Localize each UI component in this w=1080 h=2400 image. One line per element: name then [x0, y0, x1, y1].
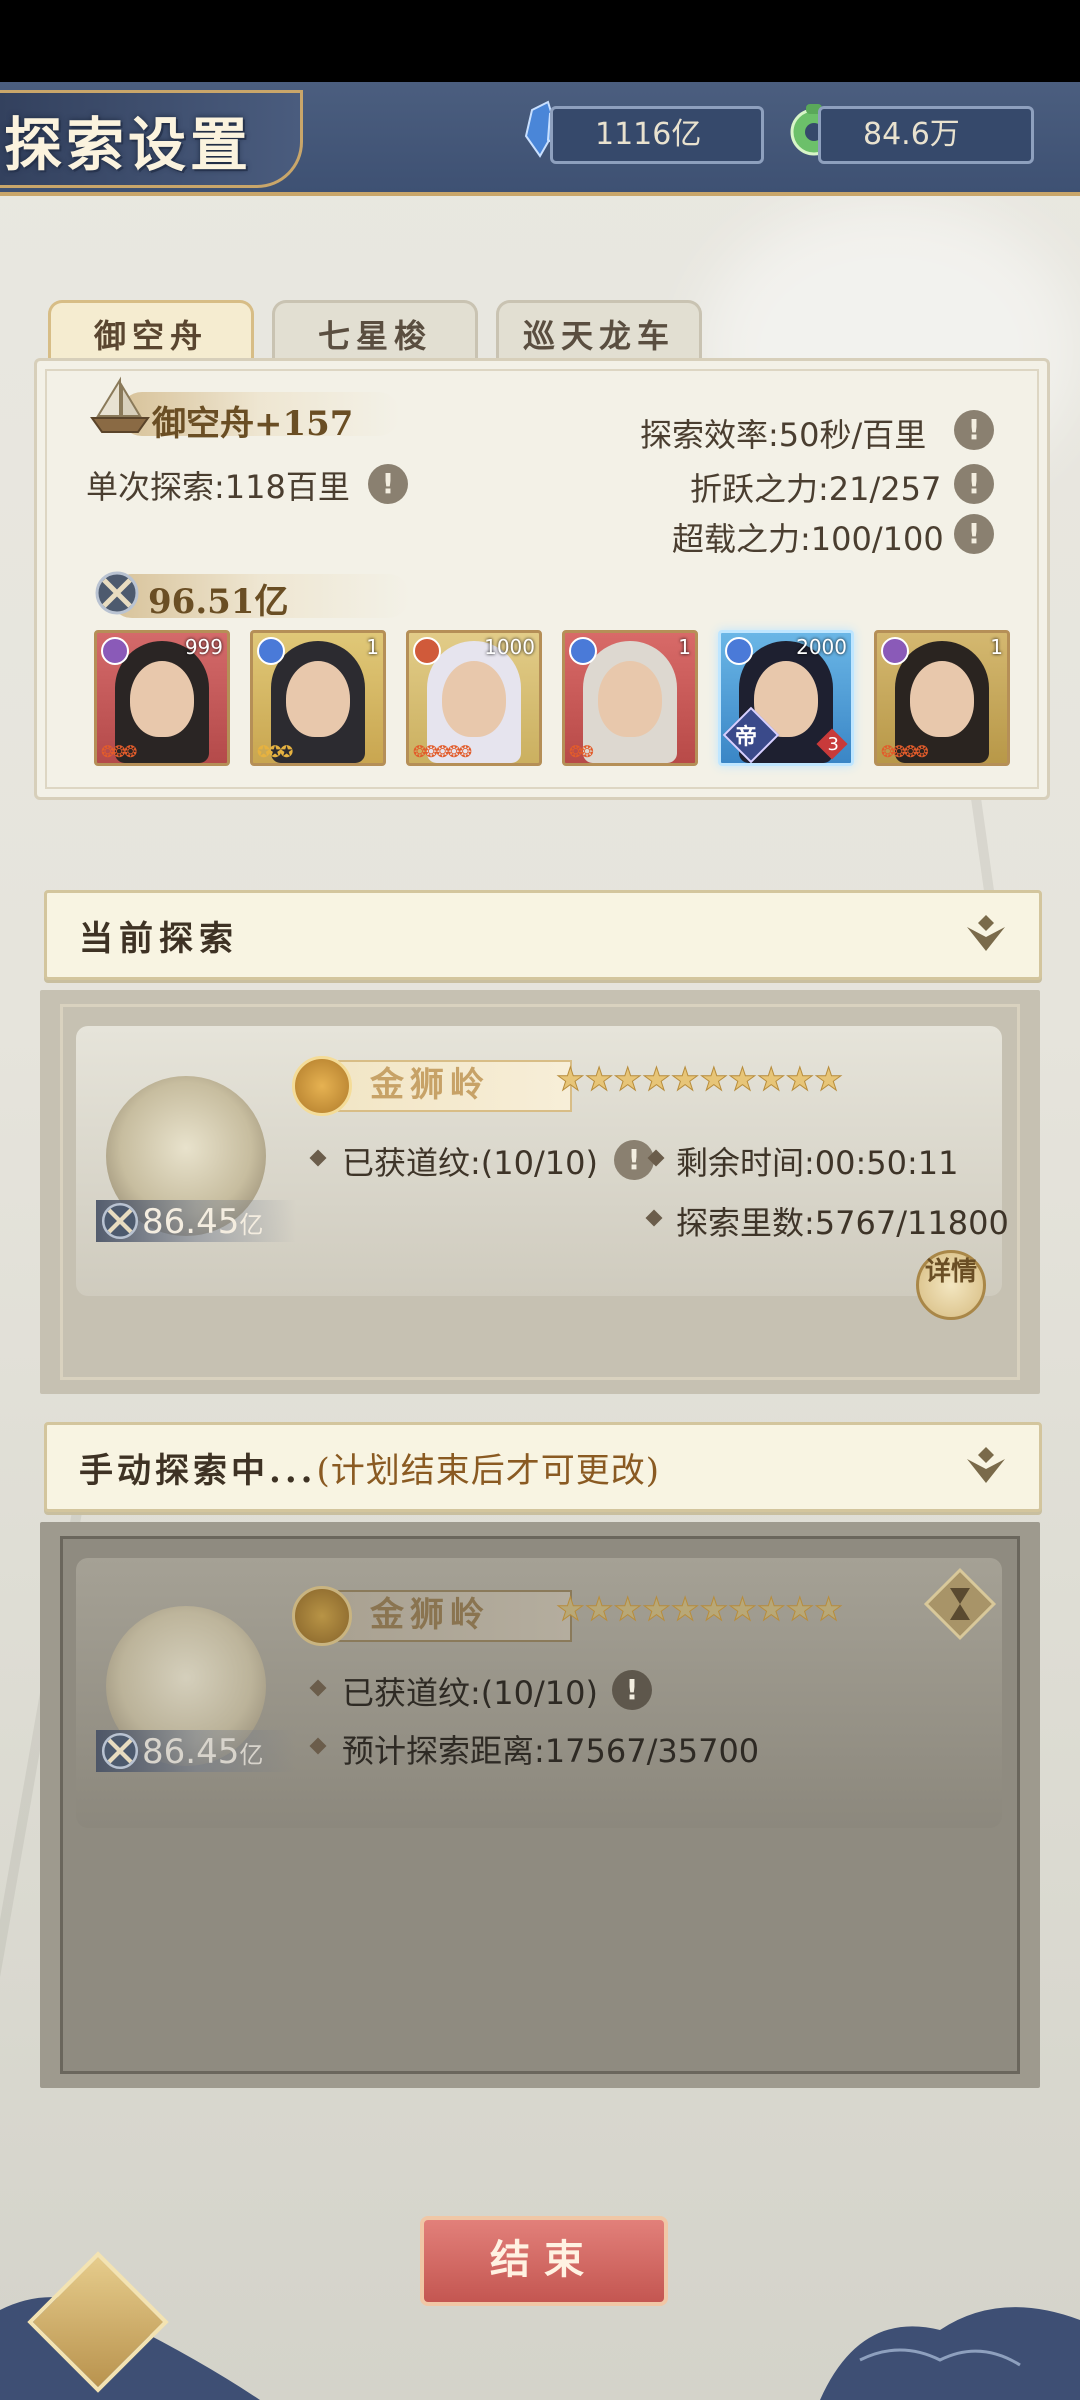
- explore-efficiency: 探索效率:50秒/百里: [640, 416, 927, 454]
- hero-stars: ❂❂: [569, 742, 594, 761]
- difficulty-stars: ★★★★★★★★★★: [556, 1060, 844, 1099]
- manual-dao-marks-info-icon[interactable]: !: [612, 1670, 652, 1710]
- dao-marks-info-icon[interactable]: !: [614, 1140, 654, 1180]
- manual-explore-header[interactable]: 手动探索中...(计划结束后才可更改): [44, 1422, 1042, 1512]
- crystal-amount: 1116亿: [595, 117, 702, 152]
- location-icon: [292, 1586, 352, 1646]
- hero-level: 999: [184, 635, 223, 659]
- element-icon: [881, 637, 909, 665]
- remaining-time: 剩余时间:00:50:11: [676, 1144, 959, 1182]
- emperor-badge-label: 帝: [735, 725, 758, 750]
- hero-slot-2[interactable]: 1 ✪✪✪: [250, 630, 386, 766]
- hourglass-icon[interactable]: [922, 1566, 998, 1642]
- overload-info-icon[interactable]: !: [954, 514, 994, 554]
- location-name-badge: 金狮岭: [338, 1590, 572, 1642]
- combat-power-icon: [101, 1202, 139, 1240]
- hero-level: 1: [366, 635, 379, 659]
- end-button[interactable]: 结束: [420, 2216, 668, 2306]
- manual-dao-marks: 已获道纹:(10/10): [342, 1674, 598, 1712]
- chevron-down-icon: [967, 1447, 1005, 1483]
- badge-count: 3: [827, 734, 839, 755]
- details-button[interactable]: 详情: [916, 1250, 986, 1320]
- jade-resource-counter: 84.6万: [818, 106, 1034, 164]
- single-explore-info-icon[interactable]: !: [368, 464, 408, 504]
- sky-boat-icon: [90, 376, 150, 433]
- combat-power-icon: [101, 1732, 139, 1770]
- hero-slot-5[interactable]: 2000 帝 3: [718, 630, 854, 766]
- jade-amount: 84.6万: [863, 117, 960, 152]
- overload-power: 超载之力:100/100: [672, 520, 944, 558]
- hero-level: 1: [678, 635, 691, 659]
- hero-stars: ❂❂❂: [101, 742, 137, 761]
- tab-qixingsuo[interactable]: 七星梭: [272, 300, 478, 365]
- chevron-down-icon: [967, 915, 1005, 951]
- hero-stars: ✪✪✪: [257, 742, 293, 761]
- current-explore-title: 当前探索: [79, 919, 239, 959]
- manual-explore-power: 86.45亿: [142, 1732, 264, 1772]
- fold-power-info-icon[interactable]: !: [954, 464, 994, 504]
- efficiency-info-icon[interactable]: !: [954, 410, 994, 450]
- page-title: 探索设置: [4, 111, 253, 179]
- hero-slot-6[interactable]: 1 ❂❂❂❂: [874, 630, 1010, 766]
- dao-marks-collected: 已获道纹:(10/10): [342, 1144, 598, 1182]
- location-name-badge: 金狮岭: [338, 1060, 572, 1112]
- hero-slot-4[interactable]: 1 ❂❂: [562, 630, 698, 766]
- hero-level: 1000: [484, 635, 535, 659]
- expected-explore-distance: 预计探索距离:17567/35700: [342, 1732, 760, 1770]
- hero-slot-3[interactable]: 1000 ❂❂❂❂❂: [406, 630, 542, 766]
- hero-stars: ❂❂❂❂❂: [413, 742, 472, 761]
- fold-power: 折跃之力:21/257: [690, 470, 942, 508]
- element-icon: [101, 637, 129, 665]
- difficulty-stars: ★★★★★★★★★★: [556, 1590, 844, 1629]
- single-explore-distance: 单次探索:118百里: [86, 468, 350, 506]
- hero-level: 2000: [796, 635, 847, 659]
- hero-slot-1[interactable]: 999 ❂❂❂: [94, 630, 230, 766]
- location-icon: [292, 1056, 352, 1116]
- explore-distance: 探索里数:5767/11800: [676, 1204, 1009, 1242]
- crystal-resource-counter: 1116亿: [550, 106, 764, 164]
- element-icon: [725, 637, 753, 665]
- explore-power: 86.45亿: [142, 1202, 264, 1242]
- combat-power-icon: [95, 571, 139, 615]
- element-icon: [413, 637, 441, 665]
- tab-yukongzhou[interactable]: 御空舟: [48, 300, 254, 365]
- total-combat-power: 96.51亿: [148, 582, 289, 622]
- vehicle-name: 御空舟+157: [152, 404, 354, 444]
- current-explore-header[interactable]: 当前探索: [44, 890, 1042, 980]
- hero-stars: ❂❂❂❂: [881, 742, 929, 761]
- status-bar: [0, 0, 1080, 82]
- element-icon: [257, 637, 285, 665]
- element-icon: [569, 637, 597, 665]
- manual-explore-title: 手动探索中...(计划结束后才可更改): [79, 1451, 661, 1491]
- hero-level: 1: [990, 635, 1003, 659]
- tab-xuntianlongche[interactable]: 巡天龙车: [496, 300, 702, 365]
